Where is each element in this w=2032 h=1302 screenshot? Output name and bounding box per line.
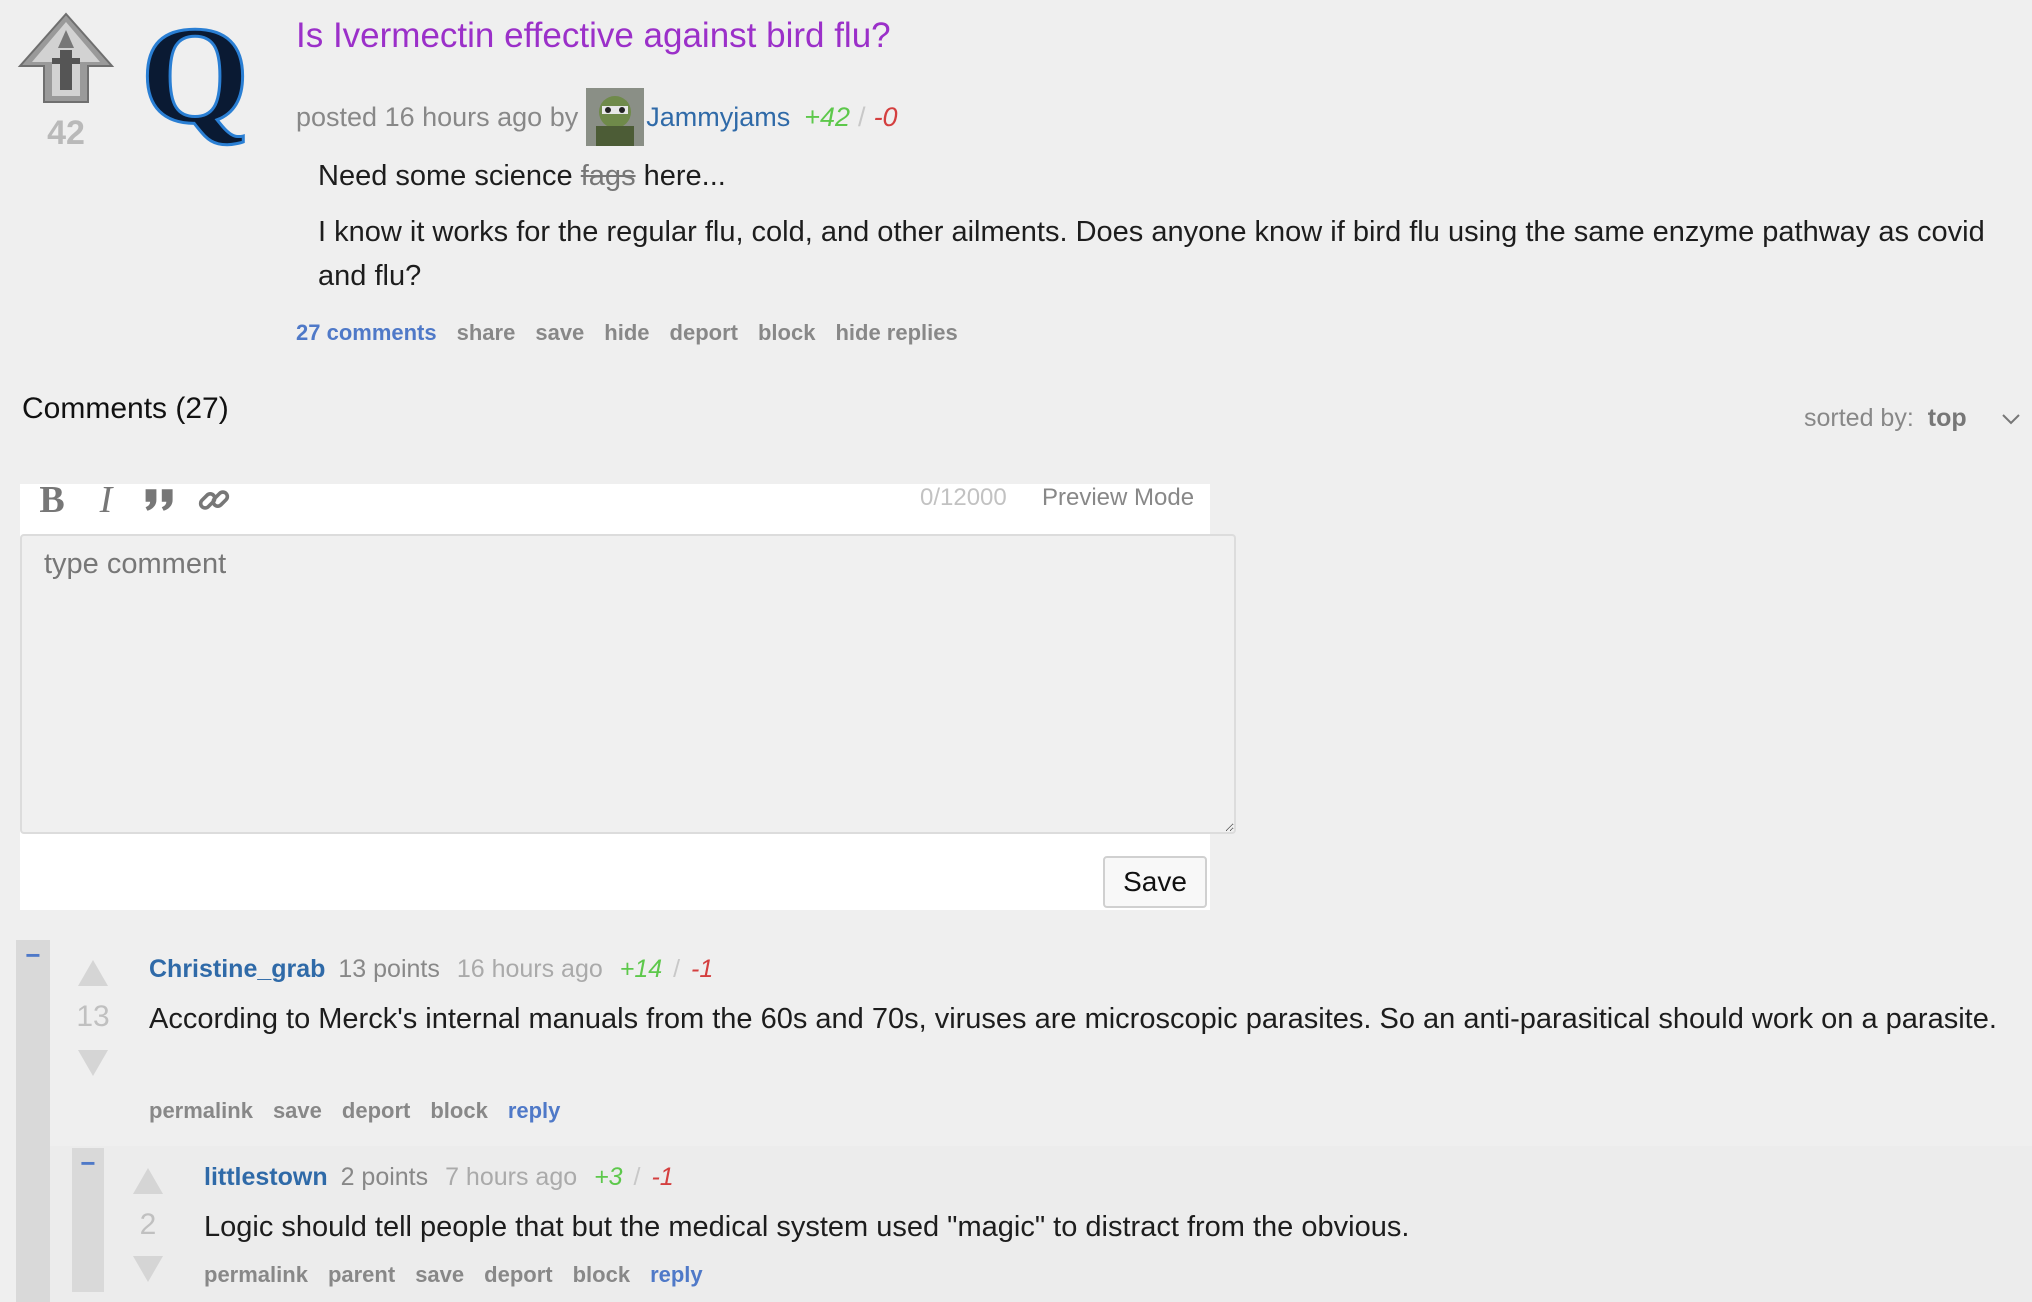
deport-link[interactable]: deport — [342, 1098, 410, 1124]
hide-link[interactable]: hide — [604, 320, 649, 346]
comment-header: littlestown 2 points 7 hours ago +3 / -1 — [204, 1163, 674, 1192]
thread-collapse-bar[interactable] — [16, 940, 50, 1302]
upvote-count: +14 — [619, 955, 663, 983]
comment-input[interactable] — [20, 534, 1236, 834]
comments-link[interactable]: 27 comments — [296, 320, 437, 346]
save-link[interactable]: save — [273, 1098, 322, 1124]
share-link[interactable]: share — [457, 320, 516, 346]
link-icon[interactable] — [196, 480, 232, 520]
char-count: 0/12000 — [920, 484, 1007, 511]
reply-link[interactable]: reply — [650, 1262, 703, 1288]
vote-separator: / — [673, 955, 681, 983]
vote-separator: / — [858, 101, 866, 132]
preview-mode-toggle[interactable]: Preview Mode — [1042, 484, 1194, 512]
italic-icon[interactable]: I — [88, 480, 124, 520]
comment-author-link[interactable]: Christine_grab — [149, 955, 325, 983]
comment-points: 13 points — [338, 955, 440, 983]
hide-replies-link[interactable]: hide replies — [835, 320, 957, 346]
post-body: Need some science fags here... I know it… — [318, 154, 2018, 310]
deport-link[interactable]: deport — [484, 1262, 552, 1288]
comment-header: Christine_grab 13 points 16 hours ago +1… — [149, 955, 713, 984]
block-link[interactable]: block — [573, 1262, 630, 1288]
post-actions: 27 comments share save hide deport block… — [296, 320, 958, 346]
downvote-icon[interactable] — [78, 1050, 108, 1076]
save-link[interactable]: save — [535, 320, 584, 346]
downvote-count: -0 — [873, 101, 898, 132]
svg-text:I: I — [99, 480, 115, 520]
chevron-down-icon[interactable] — [2001, 412, 2021, 426]
comment-actions: permalink save deport block reply — [149, 1098, 560, 1124]
thumbnail-letter: Q — [141, 10, 250, 148]
upvote-icon[interactable] — [78, 960, 108, 986]
avatar[interactable] — [586, 88, 645, 146]
post-thumbnail[interactable]: Q — [139, 0, 251, 155]
post-author-link[interactable]: Jammyjams — [646, 102, 790, 133]
post-score: 42 — [47, 114, 85, 152]
permalink-link[interactable]: permalink — [204, 1262, 308, 1288]
upvote-count: +3 — [594, 1163, 623, 1191]
post-title[interactable]: Is Ivermectin effective against bird flu… — [296, 16, 891, 56]
struck-word: fags — [580, 160, 636, 192]
downvote-count: -1 — [691, 955, 714, 983]
upvote-icon[interactable] — [133, 1168, 163, 1194]
sort-value[interactable]: top — [1928, 404, 1967, 433]
block-link[interactable]: block — [758, 320, 815, 346]
parent-link[interactable]: parent — [328, 1262, 395, 1288]
collapse-toggle[interactable]: − — [16, 940, 50, 971]
comment-body: Logic should tell people that but the me… — [204, 1211, 1410, 1243]
comment-score: 13 — [76, 1000, 110, 1033]
svg-text:B: B — [39, 480, 64, 520]
comment-author-link[interactable]: littlestown — [204, 1163, 328, 1191]
comment-score: 2 — [139, 1208, 157, 1241]
permalink-link[interactable]: permalink — [149, 1098, 253, 1124]
block-link[interactable]: block — [430, 1098, 487, 1124]
deport-link[interactable]: deport — [670, 320, 738, 346]
downvote-icon[interactable] — [133, 1256, 163, 1282]
vote-separator: / — [633, 1163, 641, 1191]
comment-points: 2 points — [340, 1163, 429, 1191]
comment-body: According to Merck's internal manuals fr… — [149, 1003, 1997, 1035]
post-tagline: posted 16 hours ago by Jammyjams +42 / -… — [296, 88, 898, 146]
collapse-toggle[interactable]: − — [72, 1148, 104, 1179]
posted-time: posted 16 hours ago by — [296, 101, 579, 132]
quote-icon[interactable] — [142, 480, 178, 520]
editor-toolbar: B I — [34, 480, 232, 520]
comments-heading: Comments (27) — [22, 392, 229, 425]
upvote-arrow-icon[interactable] — [16, 12, 116, 104]
comment-time: 7 hours ago — [445, 1163, 578, 1191]
upvote-count: +42 — [804, 101, 851, 132]
post-body-line2: I know it works for the regular flu, col… — [318, 216, 1985, 292]
sort-label: sorted by: — [1804, 404, 1914, 432]
save-link[interactable]: save — [415, 1262, 464, 1288]
comment-actions: permalink parent save deport block reply — [204, 1262, 703, 1288]
reply-link[interactable]: reply — [508, 1098, 561, 1124]
post-body-line1: Need some science fags here... — [318, 160, 726, 192]
bold-icon[interactable]: B — [34, 480, 70, 520]
sort-dropdown[interactable]: sorted by: top — [1804, 404, 2021, 433]
comment-time: 16 hours ago — [456, 955, 603, 983]
downvote-count: -1 — [651, 1163, 674, 1191]
save-button[interactable]: Save — [1103, 856, 1207, 908]
